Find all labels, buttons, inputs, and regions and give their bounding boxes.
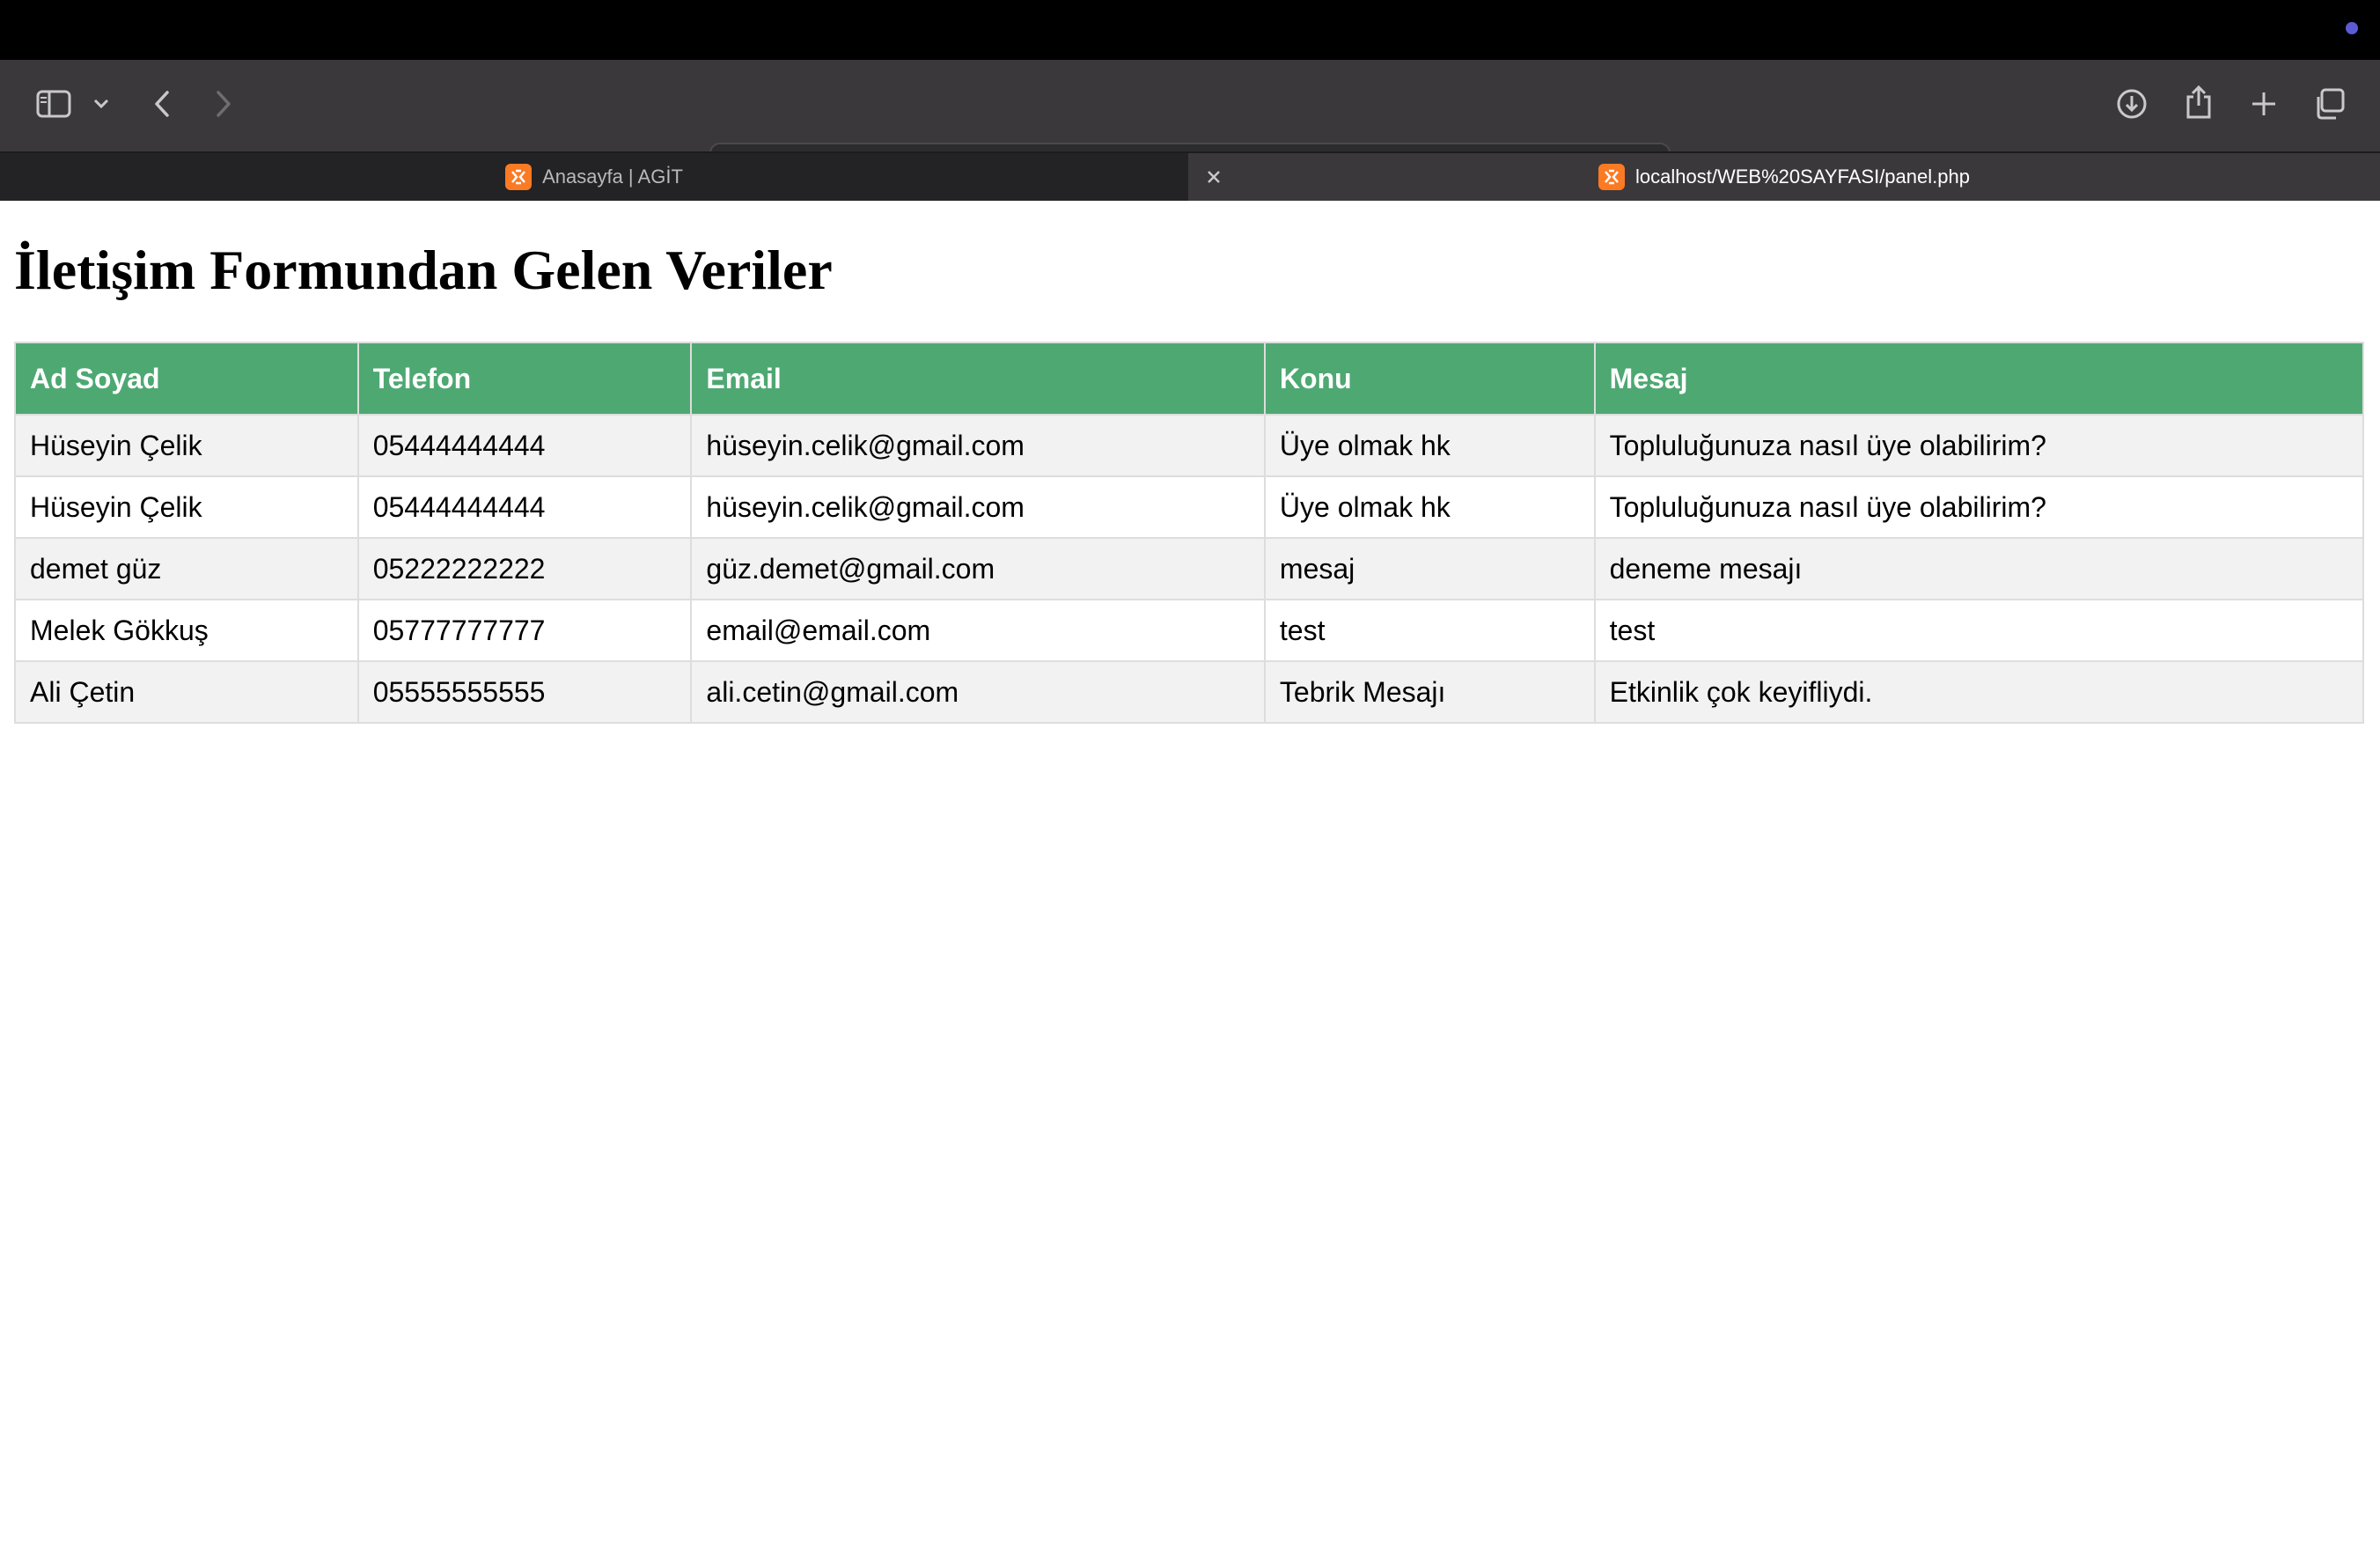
cell-email: hüseyin.celik@gmail.com (690, 414, 1266, 477)
cell-mesaj: Topluluğunuza nasıl üye olabilirim? (1593, 475, 2365, 539)
sidebar-toggle-button[interactable] (33, 86, 74, 121)
cell-ad-soyad: Melek Gökkuş (14, 599, 359, 662)
table-row: Hüseyin Çelik 05444444444 hüseyin.celik@… (14, 414, 2365, 477)
sidebar-menu-button[interactable] (90, 92, 113, 116)
cell-konu: Tebrik Mesajı (1263, 660, 1596, 724)
tab-anasayfa[interactable]: Anasayfa | AGİT (0, 153, 1188, 201)
cell-konu: Üye olmak hk (1263, 475, 1596, 539)
tab-title: localhost/WEB%20SAYFASI/panel.php (1635, 166, 1970, 188)
table-header-row: Ad Soyad Telefon Email Konu Mesaj (14, 342, 2365, 416)
tab-panel[interactable]: localhost/WEB%20SAYFASI/panel.php (1188, 153, 2380, 201)
cell-email: hüseyin.celik@gmail.com (690, 475, 1266, 539)
cell-email: ali.cetin@gmail.com (690, 660, 1266, 724)
new-tab-icon (2252, 92, 2275, 115)
close-icon (1208, 171, 1220, 183)
cell-email: email@email.com (690, 599, 1266, 662)
xampp-favicon-icon (1598, 164, 1626, 190)
cell-mesaj: deneme mesajı (1593, 537, 2365, 600)
cell-ad-soyad: demet güz (14, 537, 359, 600)
cell-ad-soyad: Hüseyin Çelik (14, 475, 359, 539)
tab-overview-button[interactable] (2311, 86, 2347, 121)
forward-button[interactable] (208, 86, 239, 121)
table-row: Hüseyin Çelik 05444444444 hüseyin.celik@… (14, 475, 2365, 539)
status-dot-icon (2346, 22, 2358, 34)
downloads-button[interactable] (2114, 86, 2149, 121)
column-header-email: Email (690, 342, 1266, 416)
download-icon (2117, 89, 2147, 119)
cell-konu: Üye olmak hk (1263, 414, 1596, 477)
cell-telefon: 05444444444 (356, 414, 693, 477)
cell-mesaj: Etkinlik çok keyifliydi. (1593, 660, 2365, 724)
column-header-mesaj: Mesaj (1593, 342, 2365, 416)
cell-telefon: 05444444444 (356, 475, 693, 539)
chevron-down-icon (93, 99, 109, 109)
cell-konu: test (1263, 599, 1596, 662)
tab-bar: Anasayfa | AGİT localhost/WEB%20SAYFASI/… (0, 151, 2380, 201)
column-header-ad-soyad: Ad Soyad (14, 342, 359, 416)
cell-email: güz.demet@gmail.com (690, 537, 1266, 600)
back-icon (155, 91, 169, 117)
table-row: demet güz 05222222222 güz.demet@gmail.co… (14, 537, 2365, 600)
cell-mesaj: Topluluğunuza nasıl üye olabilirim? (1593, 414, 2365, 477)
cell-ad-soyad: Ali Çetin (14, 660, 359, 724)
page-content: İletişim Formundan Gelen Veriler Ad Soya… (0, 201, 2380, 1546)
new-tab-button[interactable] (2246, 86, 2281, 121)
share-button[interactable] (2181, 83, 2216, 121)
forward-icon (217, 91, 231, 117)
column-header-konu: Konu (1263, 342, 1596, 416)
close-tab-button[interactable] (1206, 153, 1222, 201)
tab-overview-icon (2317, 88, 2345, 120)
back-button[interactable] (146, 86, 178, 121)
share-icon (2186, 85, 2211, 119)
table-row: Melek Gökkuş 05777777777 email@email.com… (14, 599, 2365, 662)
cell-mesaj: test (1593, 599, 2365, 662)
browser-toolbar: localhost (0, 60, 2380, 188)
column-header-telefon: Telefon (356, 342, 693, 416)
system-menubar (0, 0, 2380, 60)
cell-telefon: 05555555555 (356, 660, 693, 724)
cell-konu: mesaj (1263, 537, 1596, 600)
tab-title: Anasayfa | AGİT (542, 166, 683, 188)
page-title: İletişim Formundan Gelen Veriler (14, 239, 833, 301)
messages-table: Ad Soyad Telefon Email Konu Mesaj Hüseyi… (14, 342, 2365, 724)
sidebar-icon (36, 90, 71, 118)
xampp-favicon-icon (505, 164, 533, 190)
table-row: Ali Çetin 05555555555 ali.cetin@gmail.co… (14, 660, 2365, 724)
cell-telefon: 05222222222 (356, 537, 693, 600)
cell-telefon: 05777777777 (356, 599, 693, 662)
cell-ad-soyad: Hüseyin Çelik (14, 414, 359, 477)
